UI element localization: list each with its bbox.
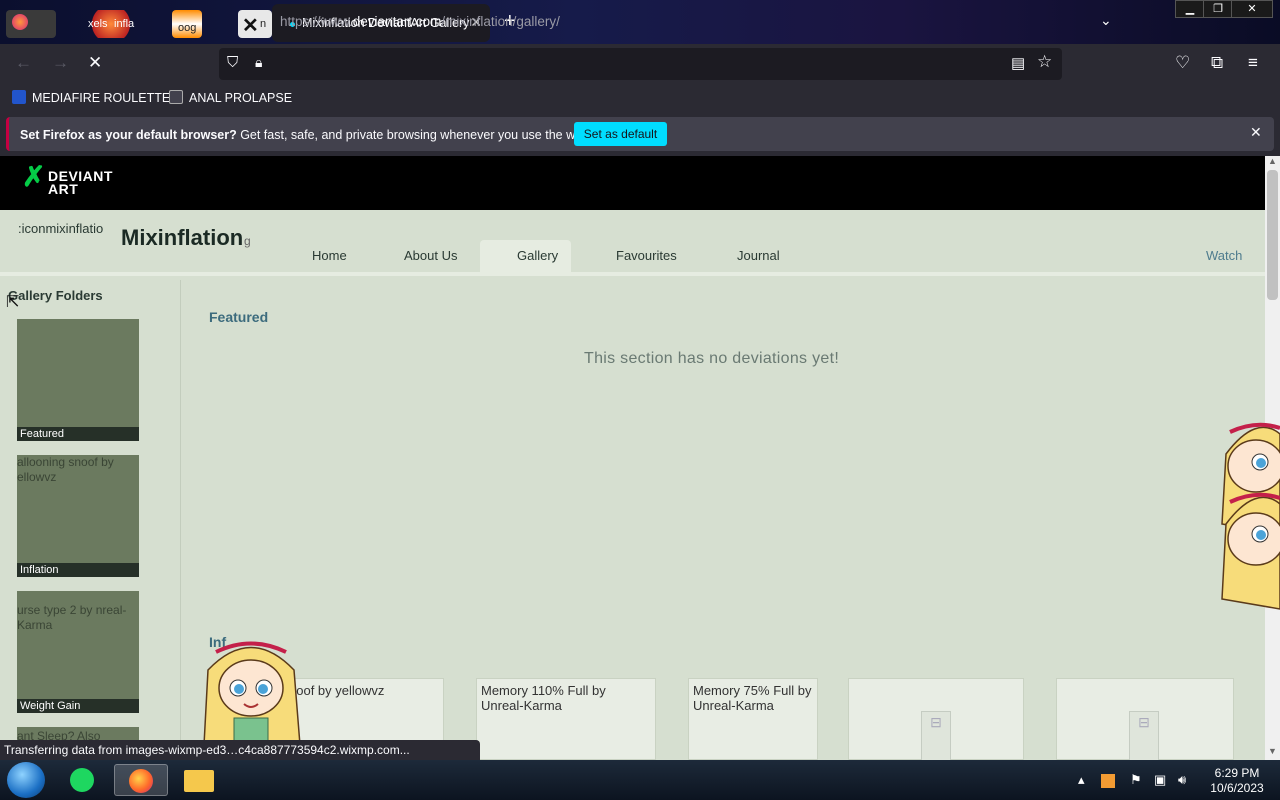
tab-favourites[interactable]: Favourites [616,248,677,263]
show-hidden-icons-icon[interactable]: ▴ [1078,772,1085,788]
deviation-card[interactable]: Memory 75% Full by Unreal-Karma [688,678,818,760]
minimize-window-icon[interactable]: ▁ [1175,0,1205,18]
username-tail: g [244,234,251,248]
back-arrow-icon[interactable]: ← [15,53,32,73]
url-text[interactable]: https://www.deviantart.com/mixinflation/… [280,14,560,29]
deviation-card[interactable]: ⊟ [848,678,1024,761]
chevron-down-icon[interactable]: ⌄ [1100,12,1112,29]
scrollbar-thumb[interactable] [1267,170,1278,300]
tab-gallery[interactable]: Gallery [517,248,558,263]
shield-icon[interactable]: ⛉ [227,54,238,71]
watch-button[interactable]: Watch [1206,248,1242,263]
start-menu-icon[interactable] [7,762,45,798]
set-as-default-button[interactable]: Set as default [574,122,667,146]
firefox-taskbar-icon[interactable] [114,764,168,796]
network-icon[interactable]: ▣ [1154,772,1166,788]
forward-arrow-icon[interactable]: → [52,53,69,73]
tab-journal[interactable]: Journal [737,248,780,263]
navigation-toolbar: ← → ✕ ⛉ 🔒︎ ▤ ☆ ♡ ⧉ ≡ [0,44,1280,84]
bookmark-mediafire[interactable]: MEDIAFIRE ROULETTER [12,90,179,105]
pocket-icon[interactable]: ♡ [1175,53,1190,73]
status-bar: Transferring data from images-wixmp-ed3…… [0,740,480,760]
firefox-tab-icon [12,14,28,30]
close-x-icon: ✕ [242,15,259,37]
vlc-tab-icon[interactable]: oog [172,10,202,38]
bookmark-second[interactable]: ANAL PROLAPSE [169,90,292,105]
deviantart-logo-icon: ✗ [22,161,46,192]
tab-home[interactable]: Home [312,248,347,263]
volume-icon[interactable]: 🔊︎ [1178,772,1186,788]
close-window-icon[interactable]: ✕ [1231,0,1273,18]
scroll-down-icon[interactable]: ▼ [1268,746,1277,756]
folder-inflation[interactable]: allooning snoof by ellowvz Inflation [17,455,139,577]
deviation-card[interactable]: Memory 110% Full by Unreal-Karma [476,678,656,760]
user-icon-alt-text[interactable]: :iconmixinflatio [18,221,103,236]
bookmark-page-icon [169,90,183,104]
bookmark-star-icon[interactable]: ☆ [1037,52,1052,72]
scroll-up-icon[interactable]: ▲ [1268,156,1277,166]
empty-section-message: This section has no deviations yet! [584,350,840,367]
stop-loading-icon[interactable]: ✕ [88,53,102,73]
system-clock[interactable]: 6:29 PM 10/6/2023 [1206,766,1268,796]
mouse-cursor-icon: ⇱ [6,294,20,311]
tray-app-icon[interactable] [1101,774,1115,788]
background-tab-1[interactable] [6,10,56,38]
notification-message: Set Firefox as your default browser? Get… [20,128,593,142]
hamburger-menu-icon[interactable]: ≡ [1248,53,1258,73]
deviantart-header [0,156,1265,210]
folder-weight-gain[interactable]: urse type 2 by nreal-Karma Weight Gain [17,591,139,713]
reader-view-icon[interactable]: ▤ [1011,54,1025,72]
background-tab-4[interactable]: ✕ n [238,10,272,38]
file-explorer-icon[interactable] [180,764,220,796]
tab-about-us[interactable]: About Us [404,248,457,263]
image-placeholder-icon: ⊟ [921,711,951,761]
gallery-folders-heading: Gallery Folders [8,288,103,303]
featured-heading[interactable]: Featured [209,309,268,325]
username[interactable]: Mixinflation [121,225,243,251]
address-bar[interactable]: ⛉ 🔒︎ ▤ ☆ [219,48,1062,80]
action-center-flag-icon[interactable]: ⚑ [1130,772,1142,788]
close-notification-icon[interactable]: ✕ [1250,124,1262,141]
bookmarks-toolbar: MEDIAFIRE ROULETTER ANAL PROLAPSE [0,84,1280,112]
cartoon-girl-mascot-stack [1221,422,1280,610]
spotify-icon[interactable] [62,764,102,796]
extensions-icon[interactable]: ⧉ [1211,53,1223,73]
restore-window-icon[interactable]: ❐ [1203,0,1233,18]
background-tab-2[interactable]: xels infla [88,10,134,38]
deviation-card[interactable]: ⊟ [1056,678,1234,761]
folder-featured[interactable]: Featured [17,319,139,441]
image-placeholder-icon: ⊟ [1129,711,1159,761]
lock-icon[interactable]: 🔒︎ [255,54,262,71]
mediafire-icon [12,90,26,104]
